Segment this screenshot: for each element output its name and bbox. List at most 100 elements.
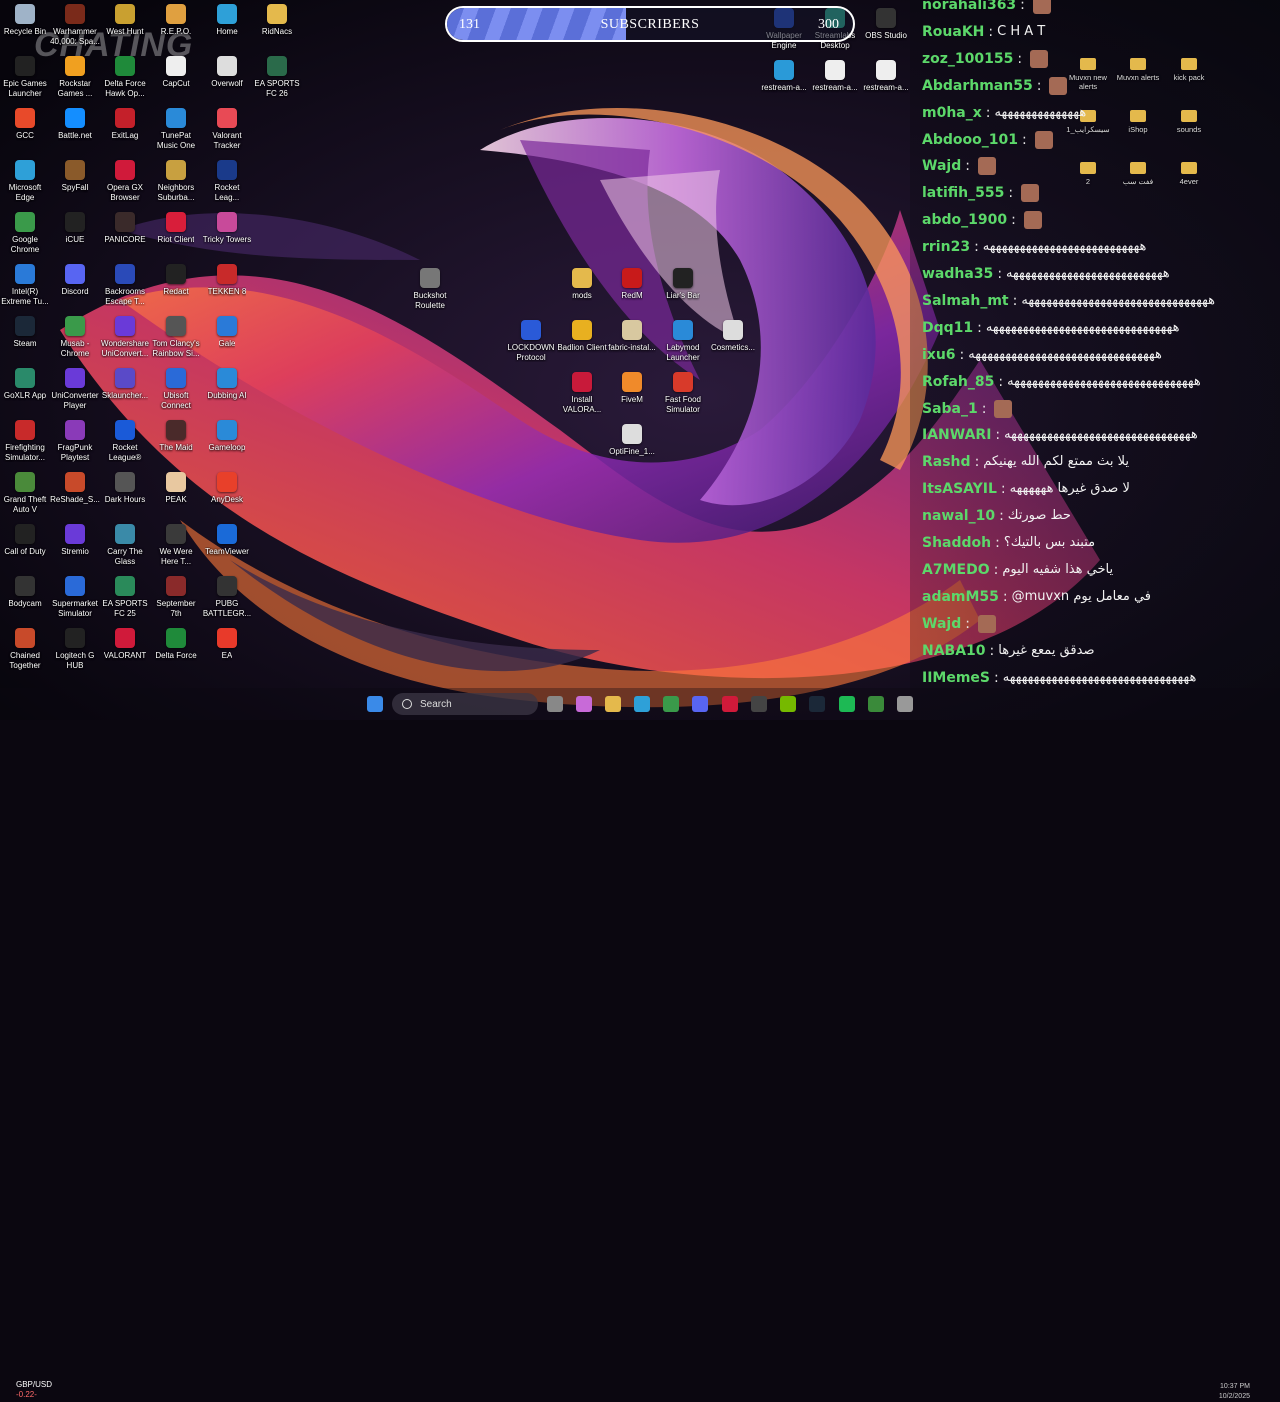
desktop-shortcut[interactable]: Valorant Tracker [202,104,252,156]
desktop-shortcut[interactable]: Cosmetics... [708,316,758,368]
folder-shortcut[interactable]: Muvxn new alerts [1065,58,1111,91]
desktop-shortcut[interactable]: AnyDesk [202,468,252,520]
desktop-shortcut[interactable]: Labymod Launcher [658,316,708,368]
nvidia-icon[interactable] [780,696,796,712]
desktop-shortcut[interactable]: Neighbors Suburba... [151,156,201,208]
desktop-shortcut[interactable]: Dark Hours [100,468,150,520]
desktop-shortcut[interactable]: restream-a... [810,56,860,108]
folder-shortcut[interactable]: iShop [1115,110,1161,134]
file-explorer-icon[interactable] [605,696,621,712]
folder-shortcut[interactable]: 4ever [1166,162,1212,186]
desktop-shortcut[interactable]: TunePat Music One [151,104,201,156]
desktop-shortcut[interactable]: RidNacs [252,0,302,52]
desktop-shortcut[interactable]: mods [557,264,607,316]
edge-icon[interactable] [634,696,650,712]
desktop-shortcut[interactable]: restream-a... [759,56,809,108]
desktop-shortcut[interactable]: September 7th [151,572,201,624]
desktop-shortcut[interactable]: PEAK [151,468,201,520]
desktop-shortcut[interactable]: Supermarket Simulator [50,572,100,624]
desktop-shortcut[interactable]: Carry The Glass [100,520,150,572]
desktop-shortcut[interactable]: GoXLR App [0,364,50,416]
desktop-shortcut[interactable]: Steam [0,312,50,364]
desktop-shortcut[interactable]: Logitech G HUB [50,624,100,676]
desktop-shortcut[interactable]: Rocket Leag... [202,156,252,208]
spotify-icon[interactable] [839,696,855,712]
desktop-shortcut[interactable]: Gale [202,312,252,364]
desktop-shortcut[interactable]: FragPunk Playtest [50,416,100,468]
desktop-shortcut[interactable]: PANICORE [100,208,150,260]
desktop-shortcut[interactable]: FiveM [607,368,657,420]
desktop-shortcut[interactable]: Badlion Client [557,316,607,368]
desktop-shortcut[interactable]: Dubbing AI [202,364,252,416]
desktop-shortcut[interactable]: GCC [0,104,50,156]
desktop-shortcut[interactable]: RedM [607,264,657,316]
desktop-shortcut[interactable]: Rockstar Games ... [50,52,100,104]
desktop-shortcut[interactable]: Buckshot Roulette [405,264,455,316]
desktop-shortcut[interactable]: ReShade_S... [50,468,100,520]
taskbar-search-box[interactable]: Search [392,693,538,715]
desktop-shortcut[interactable]: ExitLag [100,104,150,156]
steam-icon[interactable] [809,696,825,712]
desktop-shortcut[interactable]: CapCut [151,52,201,104]
desktop-shortcut[interactable]: Grand Theft Auto V [0,468,50,520]
desktop-shortcut[interactable]: The Maid [151,416,201,468]
desktop-shortcut[interactable]: Call of Duty [0,520,50,572]
folder-shortcut[interactable]: sounds [1166,110,1212,134]
desktop-shortcut[interactable]: Opera GX Browser [100,156,150,208]
desktop-shortcut[interactable]: Musab - Chrome [50,312,100,364]
desktop-shortcut[interactable]: Liar's Bar [658,264,708,316]
desktop-shortcut[interactable]: Install VALORA... [557,368,607,420]
desktop-shortcut[interactable]: Google Chrome [0,208,50,260]
desktop-shortcut[interactable]: Stremio [50,520,100,572]
system-clock[interactable]: 10:37 PM 10/2/2025 [1219,1382,1250,1402]
desktop-shortcut[interactable]: EA SPORTS FC 26 [252,52,302,104]
desktop-shortcut[interactable]: Riot Client [151,208,201,260]
desktop-shortcut[interactable]: Backrooms Escape T... [100,260,150,312]
copilot-icon[interactable] [576,696,592,712]
desktop-shortcut[interactable]: Chained Together [0,624,50,676]
task-view-icon[interactable] [547,696,563,712]
desktop-shortcut[interactable]: UniConverter Player [50,364,100,416]
desktop-shortcut[interactable]: OBS Studio [861,4,911,56]
desktop-shortcut[interactable]: PUBG BATTLEGR... [202,572,252,624]
desktop-shortcut[interactable]: Bodycam [0,572,50,624]
folder-shortcut[interactable]: ففت سب [1115,162,1161,186]
desktop-shortcut[interactable]: Sklauncher... [100,364,150,416]
desktop-shortcut[interactable]: Firefighting Simulator... [0,416,50,468]
desktop-shortcut[interactable]: Overwolf [202,52,252,104]
desktop-shortcut[interactable]: Epic Games Launcher [0,52,50,104]
xbox-icon[interactable] [868,696,884,712]
desktop-shortcut[interactable]: Delta Force Hawk Op... [100,52,150,104]
desktop-shortcut[interactable]: Recycle Bin [0,0,50,52]
desktop-shortcut[interactable]: iCUE [50,208,100,260]
desktop-shortcut[interactable]: LOCKDOWN Protocol [506,316,556,368]
folder-shortcut[interactable]: kick pack [1166,58,1212,82]
desktop-shortcut[interactable]: Microsoft Edge [0,156,50,208]
chrome-icon[interactable] [663,696,679,712]
desktop-shortcut[interactable]: We Were Here T... [151,520,201,572]
obs-icon[interactable] [751,696,767,712]
desktop-shortcut[interactable]: Home [202,0,252,52]
discord-icon[interactable] [692,696,708,712]
desktop-shortcut[interactable]: restream-a... [861,56,911,108]
taskbar-ticker-widget[interactable]: GBP/USD -0.22- [16,1380,52,1400]
desktop-shortcut[interactable]: Delta Force [151,624,201,676]
settings-icon[interactable] [897,696,913,712]
desktop-shortcut[interactable]: Gameloop [202,416,252,468]
desktop-shortcut[interactable]: Warhammer 40,000: Spa... [50,0,100,52]
desktop-shortcut[interactable]: Battle.net [50,104,100,156]
desktop-shortcut[interactable]: Discord [50,260,100,312]
desktop-shortcut[interactable]: Ubisoft Connect [151,364,201,416]
desktop-shortcut[interactable]: EA [202,624,252,676]
desktop-shortcut[interactable]: SpyFall [50,156,100,208]
desktop-shortcut[interactable]: R.E.P.O. [151,0,201,52]
desktop-shortcut[interactable]: TeamViewer [202,520,252,572]
desktop-shortcut[interactable]: OptiFine_1... [607,420,657,472]
desktop-shortcut[interactable]: TEKKEN 8 [202,260,252,312]
desktop-shortcut[interactable]: VALORANT [100,624,150,676]
windows-start-icon[interactable] [367,696,383,712]
desktop-shortcut[interactable]: Tricky Towers [202,208,252,260]
desktop-shortcut[interactable]: Wondershare UniConvert... [100,312,150,364]
desktop-shortcut[interactable]: Intel(R) Extreme Tu... [0,260,50,312]
valorant-icon[interactable] [722,696,738,712]
